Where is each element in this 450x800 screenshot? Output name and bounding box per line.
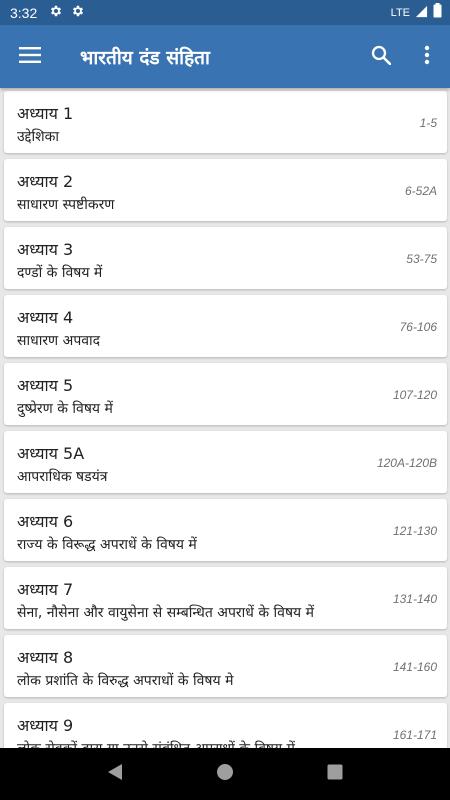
chapter-title: साधारण अपवाद [17, 333, 101, 349]
chapter-title: दुष्प्रेरण के विषय में [17, 401, 113, 417]
section-range: 53-75 [406, 252, 437, 266]
chapter-card[interactable]: अध्याय 1 उद्देशिका 1-5 [4, 91, 447, 153]
chapter-card[interactable]: अध्याय 4 साधारण अपवाद 76-106 [4, 295, 447, 357]
section-range: 107-120 [392, 388, 437, 402]
status-time: 3:32 [10, 4, 38, 21]
chapter-title: उद्देशिका [17, 129, 59, 145]
more-options-button[interactable] [404, 25, 450, 88]
chapter-title: राज्य के विरूद्ध अपराधें के विषय में [17, 537, 197, 553]
chapter-title: लोक प्रशांति के विरुद्ध अपराधों के विषय … [17, 673, 234, 689]
chapter-number: अध्याय 6 [17, 512, 74, 531]
section-range: 1-5 [419, 116, 437, 130]
battery-icon [433, 3, 442, 22]
network-type: LTE [390, 6, 410, 19]
chapter-card[interactable]: अध्याय 2 साधारण स्पष्टीकरण 6-52A [4, 159, 447, 221]
recents-button[interactable] [315, 754, 355, 794]
back-icon [107, 763, 123, 785]
chapter-title: सेना, नौसेना और वायुसेना से सम्बन्धित अप… [17, 605, 314, 621]
chapter-list[interactable]: अध्याय 1 उद्देशिका 1-5 अध्याय 2 साधारण स… [0, 88, 450, 748]
settings-icon [49, 3, 63, 22]
chapter-number: अध्याय 1 [17, 104, 74, 123]
chapter-card[interactable]: अध्याय 7 सेना, नौसेना और वायुसेना से सम्… [4, 567, 447, 629]
section-range: 141-160 [392, 660, 437, 674]
menu-icon [19, 46, 41, 67]
section-range: 131-140 [392, 592, 437, 606]
chapter-title: दण्डों के विषय में [17, 265, 103, 281]
section-range: 161-171 [392, 728, 437, 742]
home-button[interactable] [205, 754, 245, 794]
chapter-number: अध्याय 8 [17, 648, 74, 667]
chapter-number: अध्याय 4 [17, 308, 74, 327]
menu-button[interactable] [0, 25, 60, 88]
chapter-title: आपराधिक षडयंत्र [17, 469, 108, 485]
chapter-number: अध्याय 2 [17, 172, 74, 191]
home-icon [216, 763, 234, 785]
more-vert-icon [424, 45, 430, 69]
chapter-number: अध्याय 7 [17, 580, 74, 599]
app-title: भारतीय दंड संहिता [80, 46, 210, 69]
settings-icon [71, 3, 85, 22]
back-button[interactable] [95, 754, 135, 794]
chapter-card[interactable]: अध्याय 9 लोक सेवकों द्वारा या उनसे संबंध… [4, 703, 447, 748]
chapter-number: अध्याय 9 [17, 716, 74, 735]
signal-icon [415, 3, 428, 22]
recents-icon [327, 764, 343, 784]
search-icon [371, 45, 392, 69]
chapter-number: अध्याय 3 [17, 240, 74, 259]
section-range: 6-52A [404, 184, 437, 198]
chapter-card[interactable]: अध्याय 6 राज्य के विरूद्ध अपराधें के विष… [4, 499, 447, 561]
status-bar: 3:32 LTE [0, 0, 450, 25]
section-range: 120A-120B [376, 456, 437, 470]
search-button[interactable] [358, 25, 404, 88]
chapter-number: अध्याय 5 [17, 376, 74, 395]
chapter-card[interactable]: अध्याय 5 दुष्प्रेरण के विषय में 107-120 [4, 363, 447, 425]
section-range: 76-106 [399, 320, 437, 334]
chapter-title: साधारण स्पष्टीकरण [17, 197, 115, 213]
chapter-title: लोक सेवकों द्वारा या उनसे संबंधित अपराधो… [17, 739, 295, 748]
chapter-card[interactable]: अध्याय 8 लोक प्रशांति के विरुद्ध अपराधों… [4, 635, 447, 697]
chapter-number: अध्याय 5A [17, 444, 85, 463]
chapter-card[interactable]: अध्याय 3 दण्डों के विषय में 53-75 [4, 227, 447, 289]
app-bar: भारतीय दंड संहिता [0, 25, 450, 88]
chapter-card[interactable]: अध्याय 5A आपराधिक षडयंत्र 120A-120B [4, 431, 447, 493]
navigation-bar [0, 748, 450, 800]
section-range: 121-130 [392, 524, 437, 538]
